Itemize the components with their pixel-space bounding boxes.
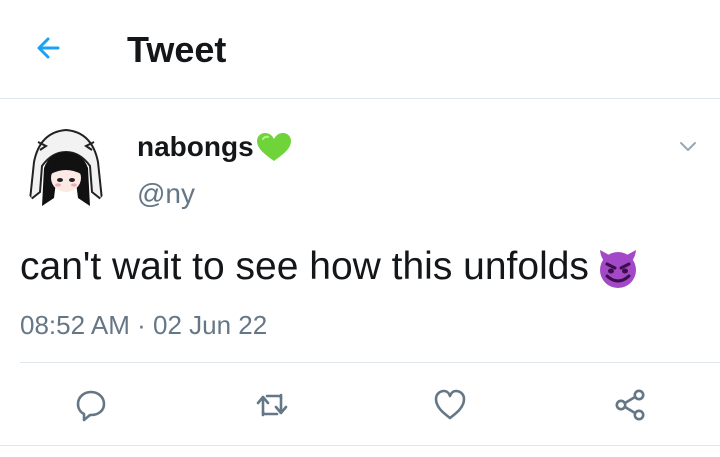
more-options-button[interactable] [676,134,700,158]
tweet-date: 02 Jun 22 [153,310,268,340]
like-icon [434,389,466,420]
author-handle[interactable]: @ny [137,178,195,210]
tweet-text-body: can't wait to see how this unfolds [20,245,589,288]
author-name-text: nabongs [137,131,254,162]
author-name[interactable]: nabongs [137,131,293,163]
retweet-icon [256,393,288,417]
tweet-divider [20,362,720,363]
like-button[interactable] [430,385,470,425]
share-icon [615,389,645,421]
share-button[interactable] [610,385,650,425]
app-header: Tweet [0,0,720,98]
avatar-image [20,122,112,214]
avatar[interactable] [20,122,112,214]
tweet-time: 08:52 AM [20,310,130,340]
meta-separator: · [137,310,146,340]
chevron-down-icon [680,142,696,151]
smiling-devil-emoji [599,250,636,288]
retweet-button[interactable] [252,385,292,425]
arrow-left-icon [37,37,60,59]
reply-button[interactable] [71,385,111,425]
green-heart-emoji [256,133,291,161]
actions-divider [0,445,720,446]
header-divider [0,98,720,99]
tweet-text: can't wait to see how this unfolds [20,244,641,290]
back-button[interactable] [30,28,70,68]
tweet-timestamp: 08:52 AM · 02 Jun 22 [20,310,267,340]
reply-icon [76,390,106,422]
page-title: Tweet [127,29,227,70]
